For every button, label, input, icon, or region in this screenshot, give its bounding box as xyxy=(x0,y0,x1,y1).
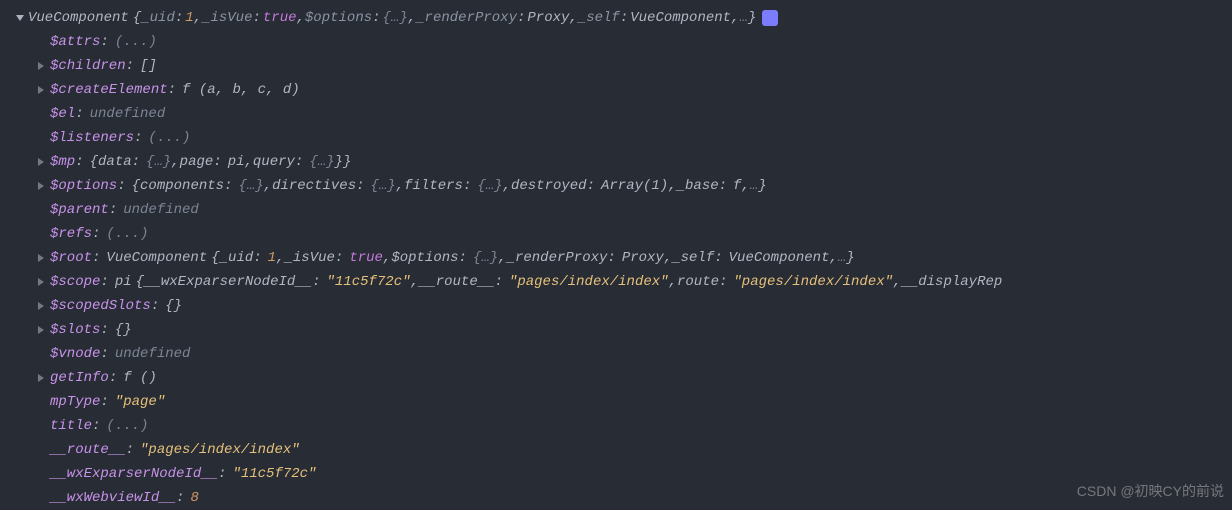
prop-wx-webview-id[interactable]: __wxWebviewId__: 8 xyxy=(0,486,1232,510)
caret-right-icon[interactable] xyxy=(38,278,44,286)
caret-down-icon[interactable] xyxy=(16,15,24,21)
caret-right-icon[interactable] xyxy=(38,62,44,70)
prop-listeners[interactable]: $listeners: (...) xyxy=(0,126,1232,150)
prop-vnode[interactable]: $vnode: undefined xyxy=(0,342,1232,366)
prop-get-info[interactable]: getInfo: f () xyxy=(0,366,1232,390)
prop-refs[interactable]: $refs: (...) xyxy=(0,222,1232,246)
prop-parent[interactable]: $parent: undefined xyxy=(0,198,1232,222)
prop-route[interactable]: __route__: "pages/index/index" xyxy=(0,438,1232,462)
object-header[interactable]: VueComponent { _uid: 1, _isVue: true, $o… xyxy=(0,6,1232,30)
watermark: CSDN @初映CY的前说 xyxy=(1077,479,1224,503)
prop-attrs[interactable]: $attrs: (...) xyxy=(0,30,1232,54)
prop-mp-type[interactable]: mpType: "page" xyxy=(0,390,1232,414)
caret-right-icon[interactable] xyxy=(38,254,44,262)
prop-wx-node-id[interactable]: __wxExparserNodeId__: "11c5f72c" xyxy=(0,462,1232,486)
caret-right-icon[interactable] xyxy=(38,326,44,334)
prop-title[interactable]: title: (...) xyxy=(0,414,1232,438)
prop-children[interactable]: $children: [] xyxy=(0,54,1232,78)
info-badge-icon[interactable] xyxy=(762,10,778,26)
class-name: VueComponent xyxy=(28,6,129,30)
caret-right-icon[interactable] xyxy=(38,302,44,310)
caret-right-icon[interactable] xyxy=(38,86,44,94)
prop-mp[interactable]: $mp: { data: {…}, page: pi, query: {…} }… xyxy=(0,150,1232,174)
caret-right-icon[interactable] xyxy=(38,158,44,166)
prop-scope[interactable]: $scope: pi { __wxExparserNodeId__: "11c5… xyxy=(0,270,1232,294)
prop-el[interactable]: $el: undefined xyxy=(0,102,1232,126)
prop-slots[interactable]: $slots: {} xyxy=(0,318,1232,342)
caret-right-icon[interactable] xyxy=(38,374,44,382)
prop-options[interactable]: $options: { components: {…}, directives:… xyxy=(0,174,1232,198)
caret-right-icon[interactable] xyxy=(38,182,44,190)
prop-scoped-slots[interactable]: $scopedSlots: {} xyxy=(0,294,1232,318)
prop-create-element[interactable]: $createElement: f (a, b, c, d) xyxy=(0,78,1232,102)
prop-root[interactable]: $root: VueComponent { _uid: 1, _isVue: t… xyxy=(0,246,1232,270)
